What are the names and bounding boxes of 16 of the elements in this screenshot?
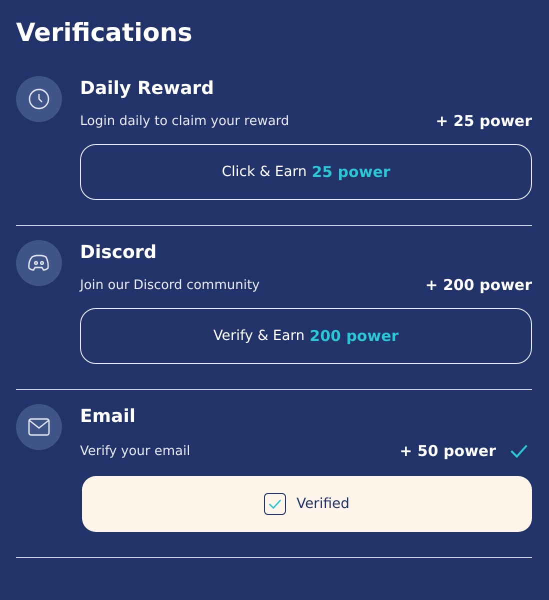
verification-description: Login daily to claim your reward (80, 114, 290, 128)
verified-button[interactable]: Verified (82, 476, 532, 532)
verification-title: Email (80, 405, 137, 429)
verification-description: Verify your email (80, 444, 190, 458)
verification-description: Join our Discord community (80, 278, 260, 292)
reward-amount: + 200 power (425, 276, 532, 294)
verification-title: Discord (80, 241, 158, 265)
clock-icon (28, 88, 50, 110)
verification-title: Daily Reward (80, 77, 216, 101)
earn-button[interactable]: Verify & Earn 200 power (80, 308, 532, 364)
reward-amount: + 25 power (436, 112, 532, 130)
page-title: Verifications (16, 17, 194, 49)
reward-amount: + 50 power (400, 442, 496, 460)
earn-button[interactable]: Click & Earn 25 power (80, 144, 532, 200)
gamepad-icon (28, 254, 50, 272)
envelope-icon (28, 418, 50, 436)
